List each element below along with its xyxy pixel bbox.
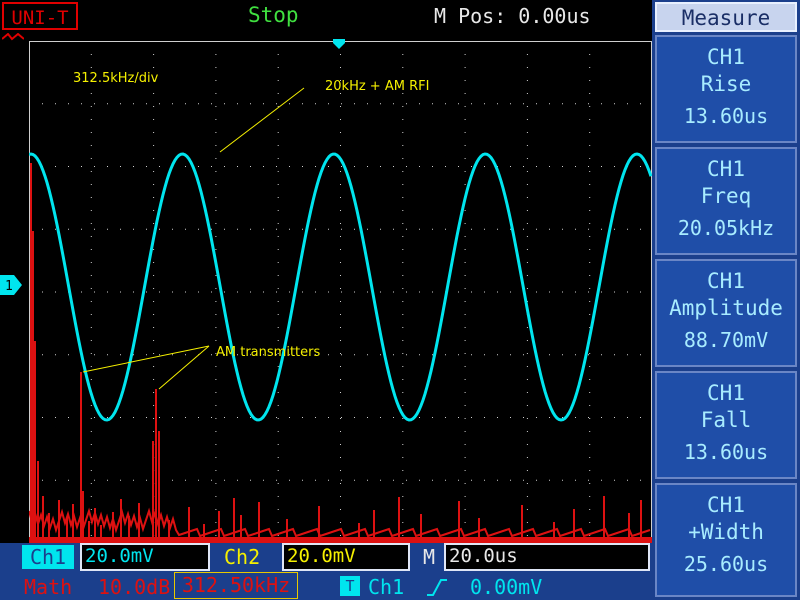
waveform-display [29, 41, 652, 543]
measure-name: Fall [700, 408, 752, 432]
annotation-am-transmitters: AM transmitters [216, 345, 321, 360]
measure-item-pos-width[interactable]: CH1 +Width 25.60us [655, 483, 797, 597]
annotation-line-rfi [219, 87, 305, 153]
measure-value: 13.60us [683, 440, 769, 464]
measure-ch: CH1 [707, 493, 745, 517]
measure-value: 88.70mV [683, 328, 769, 352]
measure-name: +Width [688, 520, 764, 544]
trigger-icon: T [340, 576, 360, 596]
brand-logo: UNI-T [2, 2, 78, 30]
annotation-rfi: 20kHz + AM RFI [325, 79, 430, 94]
measure-item-rise[interactable]: CH1 Rise 13.60us [655, 35, 797, 143]
trigger-level[interactable]: 0.00mV [470, 575, 542, 599]
measure-item-fall[interactable]: CH1 Fall 13.60us [655, 371, 797, 479]
timebase-value[interactable]: 20.0us [444, 543, 650, 571]
ch1-ground-marker-icon[interactable]: 1 [0, 275, 22, 295]
graticule-grid [29, 41, 652, 543]
measure-ch: CH1 [707, 157, 745, 181]
ch2-scale[interactable]: 20.0mV [282, 543, 410, 571]
math-label[interactable]: Math [24, 575, 72, 599]
ch1-label[interactable]: Ch1 [22, 545, 74, 569]
measure-name: Rise [700, 72, 752, 96]
mpos-value: 0.00us [518, 4, 591, 28]
trigger-position-icon[interactable] [333, 39, 345, 51]
measure-ch: CH1 [707, 269, 745, 293]
measure-item-freq[interactable]: CH1 Freq 20.05kHz [655, 147, 797, 255]
measure-item-amplitude[interactable]: CH1 Amplitude 88.70mV [655, 259, 797, 367]
math-db[interactable]: 10.0dB [98, 575, 170, 599]
annotation-line-am-b [158, 345, 210, 390]
spectrum-noise-floor [29, 507, 651, 538]
math-freq[interactable]: 312.50kHz [174, 572, 298, 599]
annotation-line-am-a [82, 345, 210, 373]
measure-name: Amplitude [669, 296, 783, 320]
measure-value: 25.60us [683, 552, 769, 576]
measure-ch: CH1 [707, 45, 745, 69]
rising-edge-icon [427, 579, 447, 596]
grid-border [29, 41, 652, 543]
measure-title[interactable]: Measure [655, 2, 797, 32]
ch1-waveform-trace [29, 152, 652, 422]
annotation-scale: 312.5kHz/div [73, 71, 159, 86]
brand-underline-icon [2, 33, 24, 41]
measure-value: 20.05kHz [677, 216, 775, 240]
main-position: M Pos: 0.00us [434, 4, 591, 28]
run-state[interactable]: Stop [248, 3, 299, 27]
ch1-scale[interactable]: 20.0mV [80, 543, 210, 571]
timebase-label: M [423, 545, 436, 569]
trigger-source[interactable]: Ch1 [368, 575, 404, 599]
ch2-label[interactable]: Ch2 [224, 545, 260, 569]
ch1-marker-label: 1 [5, 279, 13, 294]
mpos-label: M Pos: [434, 4, 507, 28]
measure-ch: CH1 [707, 381, 745, 405]
measure-value: 13.60us [683, 104, 769, 128]
measure-name: Freq [700, 184, 752, 208]
